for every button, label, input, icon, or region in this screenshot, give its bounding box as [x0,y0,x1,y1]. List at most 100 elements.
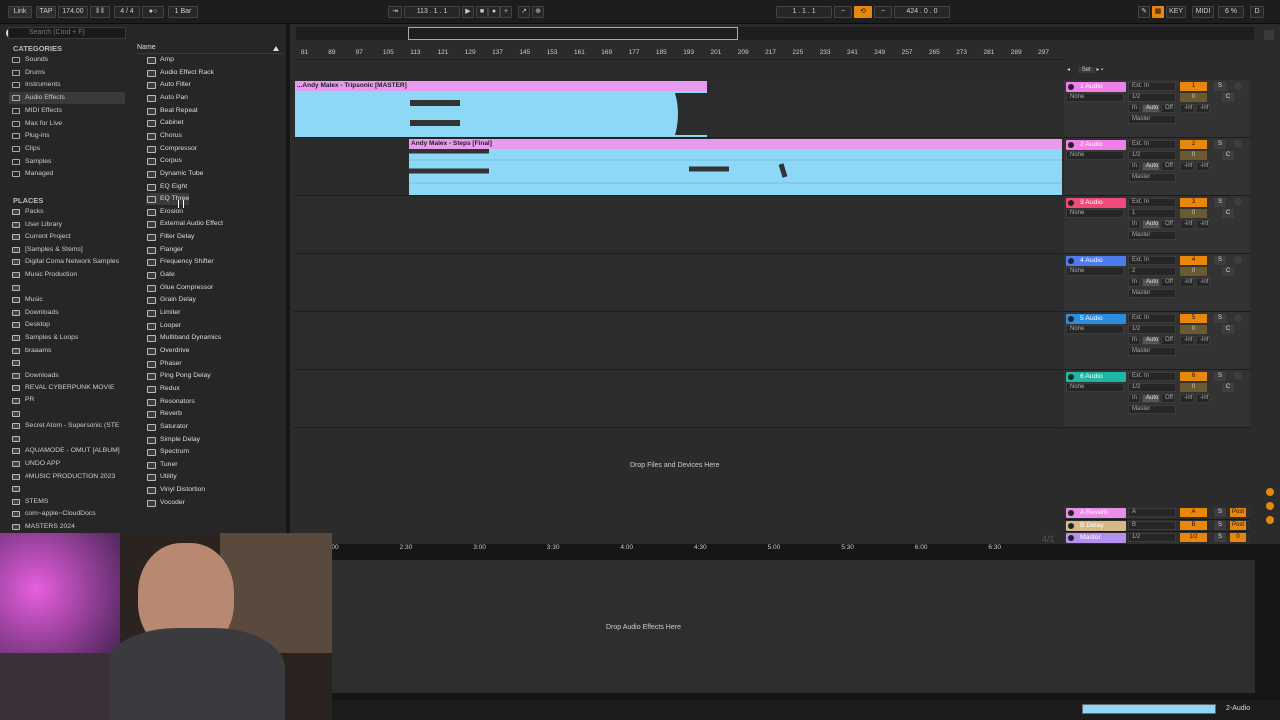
track-activator[interactable]: 6 [1180,372,1207,381]
solo-button[interactable]: S [1214,82,1226,91]
input-type-select[interactable]: Ext. In [1128,140,1176,149]
audio-clip[interactable]: Andy Malex - Steps [Final] [409,139,1062,195]
return-name[interactable]: Master [1066,533,1126,544]
solo-button[interactable]: S [1214,198,1226,207]
arm-icon[interactable] [1234,198,1242,206]
computer-keyboard-icon[interactable]: ▦ [1152,6,1164,18]
track-name[interactable]: 5 Audio [1066,314,1126,324]
output-select[interactable]: Master [1128,231,1176,240]
output-select[interactable]: Master [1128,347,1176,356]
place-item[interactable]: Music [9,294,125,306]
monitor-route-select[interactable]: None [1066,267,1124,276]
nudge-buttons[interactable]: ‖ ‖ [90,6,110,18]
fold-icon[interactable] [1068,84,1074,90]
arm-icon[interactable] [1234,82,1242,90]
input-type-select[interactable]: Ext. In [1128,82,1176,91]
device-item[interactable]: Beat Repeat [146,105,198,117]
input-type-select[interactable]: Ext. In [1128,198,1176,207]
return-number[interactable]: 1/2 [1180,533,1207,543]
device-item[interactable]: Flanger [146,244,183,256]
monitor-in-button[interactable]: In [1128,394,1140,403]
track-header[interactable]: 2 Audio Ext. In None 1/2 In Auto Off Master 2 0 -i… [1064,138,1250,196]
quantize-menu[interactable]: 1 Bar [168,6,198,18]
search-input[interactable]: Search (Cmd + F) [8,27,126,39]
overview-strip[interactable] [296,27,1254,40]
arm-icon[interactable] [1234,372,1242,380]
punch-out-button[interactable]: ~ [874,6,892,18]
place-item[interactable] [9,483,125,495]
device-view[interactable]: Drop Audio Effects Here [332,560,1255,693]
output-select[interactable]: Master [1128,405,1176,414]
monitor-route-select[interactable]: None [1066,151,1124,160]
device-item[interactable]: Cabinet [146,117,183,129]
input-channel-select[interactable]: 1/2 [1128,93,1176,102]
set-button[interactable]: Set [1077,67,1095,73]
place-item[interactable]: Secret Atom - Supersonic (STE [9,420,125,432]
device-item[interactable]: Resonators [146,396,195,408]
return-number[interactable]: A [1180,508,1207,517]
audio-clip[interactable]: ...Andy Malex - Tripsonic [MASTER] [295,81,707,137]
solo-button[interactable]: S [1214,372,1226,381]
sends-toggle-icon[interactable] [1266,502,1274,510]
volume-field[interactable]: 0 [1180,151,1207,160]
device-item[interactable]: Vinyl Distortion [146,484,205,496]
volume-field[interactable]: 0 [1180,209,1207,218]
device-item[interactable]: Ping Pong Delay [146,370,211,382]
monitor-route-select[interactable]: None [1066,93,1124,102]
category-item[interactable]: Sounds [9,54,125,66]
input-channel-select[interactable]: 1/2 [1128,325,1176,334]
back-to-arrangement-button[interactable]: ⊕ [532,6,544,18]
arrangement-position[interactable]: 113 . 1 . 1 [404,6,460,18]
device-item[interactable]: Auto Filter [146,79,191,91]
output-select[interactable]: Master [1128,173,1176,182]
device-item[interactable]: Dynamic Tube [146,168,203,180]
output-select[interactable]: Master [1128,115,1176,124]
solo-button[interactable]: S [1214,256,1226,265]
return-number[interactable]: B [1180,520,1207,530]
device-item[interactable]: Amp [146,54,174,66]
place-item[interactable]: STEMS [9,496,125,508]
place-item[interactable]: MASTERS 2024 [9,521,125,533]
device-item[interactable]: Vocoder [146,497,185,509]
fold-icon[interactable] [1068,200,1074,206]
device-item[interactable]: Saturator [146,421,188,433]
track-activator[interactable]: 3 [1180,198,1207,207]
track-header[interactable]: 1 Audio Ext. In None 1/2 In Auto Off Master 1 0 -i… [1064,80,1250,138]
track-header[interactable]: 4 Audio Ext. In None 2 In Auto Off Master 4 0 -inf… [1064,254,1250,312]
device-item[interactable]: Redux [146,383,180,395]
tempo-field[interactable]: 174.00 [58,6,88,18]
track-activator[interactable]: 1 [1180,82,1207,91]
arm-icon[interactable] [1234,140,1242,148]
input-channel-select[interactable]: 1/2 [1128,151,1176,160]
pan-center[interactable]: C [1222,209,1234,218]
beat-ruler[interactable]: 81 89 97 105 113 121 129 137 145 153 161 169 177 185 1… [296,48,1062,60]
automation-arm-button[interactable]: ↗ [518,6,530,18]
place-item[interactable] [9,433,125,445]
category-item[interactable]: Drums [9,67,125,79]
pre-post-button[interactable]: Post [1230,520,1246,530]
place-item[interactable]: Packs [9,206,125,218]
key-map-button[interactable]: KEY [1166,6,1186,18]
solo-button[interactable]: S [1214,140,1226,149]
device-item[interactable]: Glue Compressor [146,282,213,294]
track-lane-4[interactable] [293,254,1062,312]
device-item[interactable]: Grain Delay [146,294,196,306]
mixer-toggle-icon[interactable] [1266,516,1274,524]
punch-in-button[interactable]: ~ [834,6,852,18]
monitor-route-select[interactable]: None [1066,383,1124,392]
volume-field[interactable]: 0 [1180,325,1207,334]
device-item[interactable]: Limiter [146,307,180,319]
link-button[interactable]: Link [8,6,32,18]
pre-post-button[interactable]: 0 [1230,533,1246,543]
track-lane-6[interactable] [293,370,1062,428]
monitor-off-button[interactable]: Off [1161,104,1175,113]
place-item[interactable]: Desktop [9,319,125,331]
input-type-select[interactable]: Ext. In [1128,314,1176,323]
place-item[interactable]: Downloads [9,307,125,319]
pan-center[interactable]: C [1222,383,1234,392]
volume-field[interactable]: 0 [1180,267,1207,276]
io-toggle-icon[interactable] [1266,488,1274,496]
solo-button[interactable]: S [1214,520,1226,530]
category-item[interactable]: Plug-ins [9,130,125,142]
device-item[interactable]: EQ Eight [146,181,187,193]
